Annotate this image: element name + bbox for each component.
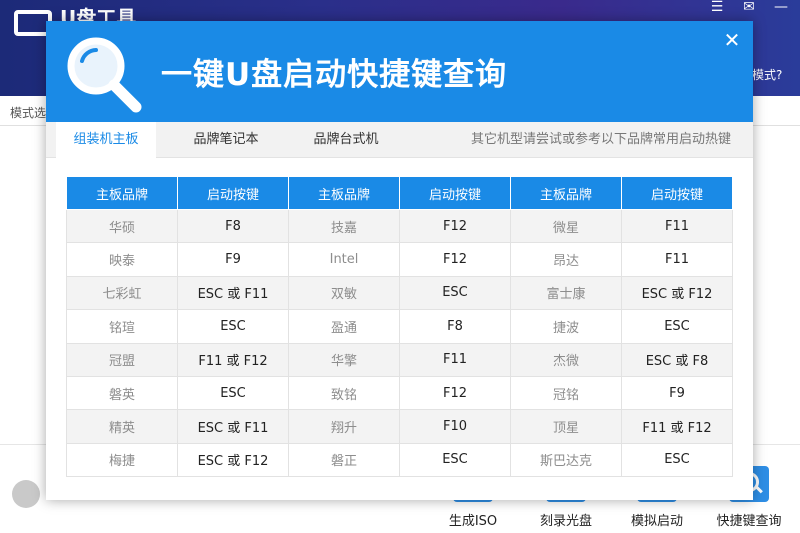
- brand-cell: 斯巴达克: [510, 442, 622, 478]
- settings-icon[interactable]: ✉: [740, 0, 758, 14]
- tab-brand-desktop[interactable]: 品牌台式机: [296, 122, 396, 158]
- brand-cell: 精英: [66, 409, 178, 444]
- window-controls: ☰ ✉ —: [708, 0, 790, 14]
- brand-cell: 冠铭: [510, 375, 622, 411]
- key-cell: ESC: [621, 442, 733, 478]
- key-cell: F12: [399, 208, 511, 244]
- table-row: 铭瑄 ESC 盈通 F8 捷波 ESC: [66, 309, 733, 344]
- brand-cell: 杰微: [510, 342, 622, 377]
- key-cell: ESC: [621, 309, 733, 344]
- brand-cell: 华硕: [66, 208, 178, 244]
- key-cell: F9: [621, 375, 733, 411]
- dialog-header: 一键U盘启动快捷键查询 ✕: [46, 21, 753, 122]
- key-cell: ESC 或 F12: [177, 442, 289, 478]
- brand-cell: 翔升: [288, 409, 400, 444]
- brand-cell: Intel: [288, 242, 400, 277]
- app-title: U盘工具: [60, 6, 137, 22]
- key-cell: F11 或 F12: [177, 342, 289, 377]
- brand-cell: 致铭: [288, 375, 400, 411]
- key-cell: F8: [177, 208, 289, 244]
- table-header-row: 主板品牌 启动按键 主板品牌 启动按键 主板品牌 启动按键: [66, 176, 733, 210]
- hotkey-dialog: 一键U盘启动快捷键查询 ✕ 组装机主板 品牌笔记本 品牌台式机 其它机型请尝试或…: [46, 21, 753, 500]
- key-cell: F10: [399, 409, 511, 444]
- table-row: 华硕 F8 技嘉 F12 微星 F11: [66, 208, 733, 244]
- table-row: 冠盟 F11 或 F12 华擎 F11 杰微 ESC 或 F8: [66, 342, 733, 377]
- column-header: 启动按键: [177, 176, 289, 210]
- close-icon[interactable]: ✕: [721, 29, 743, 51]
- hotkey-table: 主板品牌 启动按键 主板品牌 启动按键 主板品牌 启动按键 华硕 F8 技嘉 F…: [66, 176, 733, 478]
- brand-cell: 梅捷: [66, 442, 178, 478]
- table-row: 映泰 F9 Intel F12 昂达 F11: [66, 242, 733, 277]
- key-cell: ESC: [177, 309, 289, 344]
- tab-bar: 组装机主板 品牌笔记本 品牌台式机 其它机型请尝试或参考以下品牌常用启动热键: [46, 122, 753, 159]
- column-header: 启动按键: [621, 176, 733, 210]
- key-cell: F8: [399, 309, 511, 344]
- table-row: 磐英 ESC 致铭 F12 冠铭 F9: [66, 375, 733, 411]
- key-cell: ESC 或 F11: [177, 409, 289, 444]
- key-cell: F11 或 F12: [621, 409, 733, 444]
- column-header: 主板品牌: [66, 176, 178, 210]
- key-cell: ESC: [177, 375, 289, 411]
- column-header: 启动按键: [399, 176, 511, 210]
- brand-cell: 富士康: [510, 275, 622, 311]
- key-cell: F12: [399, 242, 511, 277]
- brand-cell: 华擎: [288, 342, 400, 377]
- qq-icon[interactable]: [12, 480, 40, 508]
- simulate-boot-label: 模拟启动: [630, 514, 683, 529]
- key-cell: ESC: [399, 442, 511, 478]
- key-cell: ESC: [399, 275, 511, 311]
- key-cell: F11: [621, 242, 733, 277]
- burn-disc-label: 刻录光盘: [539, 514, 592, 529]
- brand-cell: 技嘉: [288, 208, 400, 244]
- dialog-title: 一键U盘启动快捷键查询: [161, 57, 508, 93]
- key-cell: ESC 或 F12: [621, 275, 733, 311]
- brand-cell: 微星: [510, 208, 622, 244]
- column-header: 主板品牌: [288, 176, 400, 210]
- key-cell: F11: [621, 208, 733, 244]
- tab-brand-laptop[interactable]: 品牌笔记本: [176, 122, 276, 158]
- hotkey-table-wrap: 主板品牌 启动按键 主板品牌 启动按键 主板品牌 启动按键 华硕 F8 技嘉 F…: [66, 176, 733, 478]
- brand-cell: 昂达: [510, 242, 622, 277]
- tab-assembled-board[interactable]: 组装机主板: [56, 122, 156, 159]
- brand-cell: 冠盟: [66, 342, 178, 377]
- brand-cell: 铭瑄: [66, 309, 178, 344]
- table-row: 七彩虹 ESC 或 F11 双敏 ESC 富士康 ESC 或 F12: [66, 275, 733, 311]
- minimize-icon[interactable]: —: [772, 0, 790, 14]
- column-header: 主板品牌: [510, 176, 622, 210]
- menu-icon[interactable]: ☰: [708, 0, 726, 14]
- mode-text-left: 模式选: [10, 106, 47, 120]
- key-cell: F11: [399, 342, 511, 377]
- brand-cell: 磐英: [66, 375, 178, 411]
- mode-text-right: 模式?: [752, 68, 783, 82]
- brand-cell: 七彩虹: [66, 275, 178, 311]
- key-cell: F12: [399, 375, 511, 411]
- table-row: 精英 ESC 或 F11 翔升 F10 顶星 F11 或 F12: [66, 409, 733, 444]
- generate-iso-label: 生成ISO: [448, 514, 498, 529]
- table-row: 梅捷 ESC 或 F12 磐正 ESC 斯巴达克 ESC: [66, 442, 733, 478]
- brand-cell: 磐正: [288, 442, 400, 478]
- brand-cell: 盈通: [288, 309, 400, 344]
- brand-cell: 捷波: [510, 309, 622, 344]
- brand-cell: 映泰: [66, 242, 178, 277]
- key-cell: ESC 或 F8: [621, 342, 733, 377]
- hotkey-query-label: 快捷键查询: [716, 514, 782, 529]
- key-cell: F9: [177, 242, 289, 277]
- tab-hint-text: 其它机型请尝试或参考以下品牌常用启动热键: [470, 132, 731, 147]
- brand-cell: 双敏: [288, 275, 400, 311]
- key-cell: ESC 或 F11: [177, 275, 289, 311]
- brand-cell: 顶星: [510, 409, 622, 444]
- magnifier-icon: [67, 37, 142, 113]
